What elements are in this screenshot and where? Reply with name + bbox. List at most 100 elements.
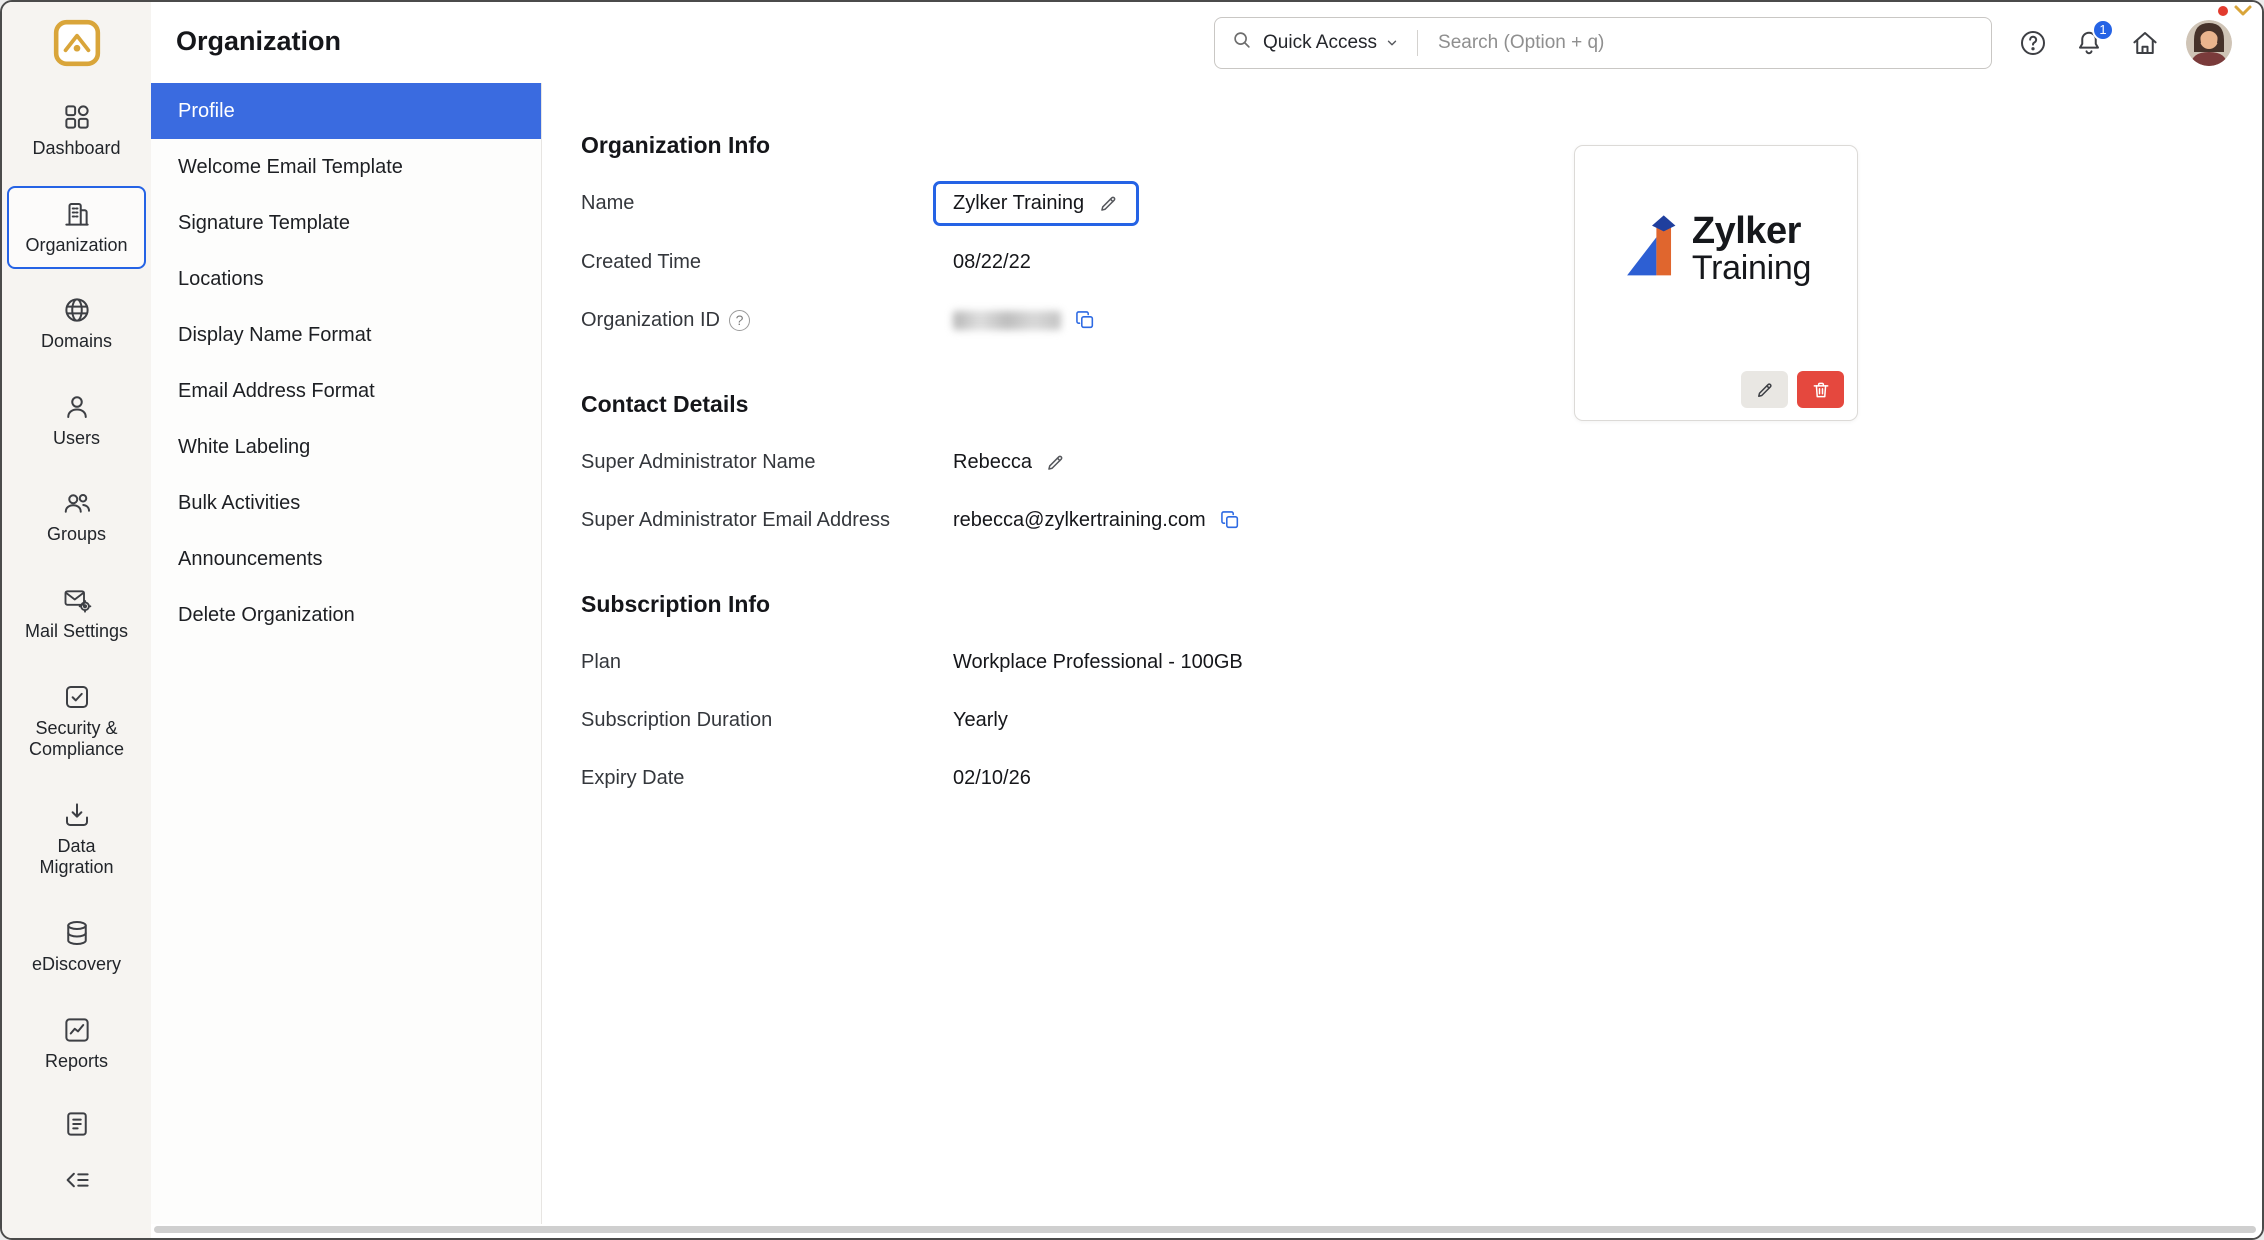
organization-info-section: Organization Info Name Zylker Training C… [581,131,2262,342]
organization-id-row: Organization ID ? [581,298,2262,342]
submenu-item-signature-template[interactable]: Signature Template [151,195,541,251]
copy-email-button[interactable] [1219,509,1241,531]
submenu-item-locations[interactable]: Locations [151,251,541,307]
copy-icon [1074,309,1096,331]
submenu-item-white-labeling[interactable]: White Labeling [151,419,541,475]
subscription-duration-row: Subscription Duration Yearly [581,698,2262,742]
delete-logo-button[interactable] [1797,371,1844,408]
avatar-image [2186,20,2232,66]
subscription-info-section: Subscription Info Plan Workplace Profess… [581,590,2262,800]
submenu-item-email-address-format[interactable]: Email Address Format [151,363,541,419]
sidebar-item-label: Users [53,428,100,450]
submenu-item-profile[interactable]: Profile [151,83,541,139]
submenu-item-announcements[interactable]: Announcements [151,531,541,587]
organization-name-field: Zylker Training [933,181,1139,226]
sidebar-item-ediscovery[interactable]: eDiscovery [7,905,146,989]
sidebar-item-security-compliance[interactable]: Security & Compliance [7,669,146,774]
profile-content: Organization Info Name Zylker Training C… [542,83,2262,1238]
primary-sidebar: Dashboard Organization Domains Users Gro [2,2,151,1238]
sidebar-item-invoice[interactable] [7,1098,146,1150]
organization-icon [62,199,92,229]
user-avatar[interactable] [2186,20,2232,66]
super-admin-email-label: Super Administrator Email Address [581,509,953,532]
corner-status-dot [2218,6,2228,16]
page-title: Organization [176,26,341,57]
pencil-icon [1098,193,1119,214]
collapse-sidebar-button[interactable] [7,1154,146,1206]
edit-super-admin-button[interactable] [1045,452,1066,473]
organization-logo-card: Zylker Training [1574,145,1858,421]
organization-id-help-icon[interactable]: ? [729,310,750,331]
organization-id-value-area [953,309,1096,331]
search-divider [1417,30,1418,56]
trash-icon [1811,380,1831,400]
security-compliance-icon [62,682,92,712]
notification-badge: 1 [2092,19,2114,41]
super-admin-email-value-area: rebecca@zylkertraining.com [953,509,1241,532]
help-button[interactable] [2018,28,2048,58]
sidebar-item-label: Organization [25,235,127,257]
subscription-duration-label: Subscription Duration [581,709,953,732]
domains-icon [62,295,92,325]
pencil-icon [1045,452,1066,473]
section-heading: Contact Details [581,390,2262,418]
sidebar-item-domains[interactable]: Domains [7,282,146,366]
sidebar-item-mail-settings[interactable]: Mail Settings [7,572,146,656]
sidebar-item-label: eDiscovery [32,954,121,976]
sidebar-item-organization[interactable]: Organization [7,186,146,270]
horizontal-scrollbar[interactable] [154,1226,2256,1233]
sidebar-item-label: Mail Settings [25,621,128,643]
organization-submenu: Profile Welcome Email Template Signature… [151,83,542,1224]
sidebar-item-groups[interactable]: Groups [7,475,146,559]
sidebar-item-users[interactable]: Users [7,379,146,463]
collapse-sidebar-icon [62,1165,92,1195]
section-heading: Organization Info [581,131,2262,159]
global-search[interactable]: Quick Access [1214,17,1992,69]
organization-logo: Zylker Training [1575,208,1857,290]
submenu-item-welcome-email-template[interactable]: Welcome Email Template [151,139,541,195]
ediscovery-icon [62,918,92,948]
brand-line2: Training [1692,251,1811,286]
app-logo-icon[interactable] [51,17,103,69]
sidebar-item-label: Reports [45,1051,108,1073]
section-heading: Subscription Info [581,590,2262,618]
super-admin-email-row: Super Administrator Email Address rebecc… [581,498,2262,542]
notifications-button[interactable]: 1 [2074,28,2104,58]
invoice-icon [62,1109,92,1139]
submenu-item-bulk-activities[interactable]: Bulk Activities [151,475,541,531]
super-admin-name-value: Rebecca [953,451,1032,474]
quick-access-dropdown[interactable]: Quick Access [1263,32,1399,54]
subscription-duration-value: Yearly [953,709,1008,732]
collapse-toolbar-icon[interactable] [2232,4,2254,23]
home-button[interactable] [2130,28,2160,58]
created-time-label: Created Time [581,251,953,274]
super-admin-name-label: Super Administrator Name [581,451,953,474]
sidebar-item-reports[interactable]: Reports [7,1002,146,1086]
sidebar-item-label: Data Migration [21,836,133,879]
edit-logo-button[interactable] [1741,371,1788,408]
edit-name-button[interactable] [1098,193,1119,214]
created-time-row: Created Time 08/22/22 [581,240,2262,284]
super-admin-email-value: rebecca@zylkertraining.com [953,509,1206,532]
copy-organization-id-button[interactable] [1074,309,1096,331]
home-icon [2130,28,2160,58]
plan-value: Workplace Professional - 100GB [953,651,1243,674]
sidebar-item-data-migration[interactable]: Data Migration [7,787,146,892]
reports-icon [62,1015,92,1045]
sidebar-item-label: Domains [41,331,112,353]
super-admin-name-value-area: Rebecca [953,451,1066,474]
sidebar-item-dashboard[interactable]: Dashboard [7,89,146,173]
header-actions: Quick Access 1 [1214,2,2232,83]
name-row: Name Zylker Training [581,181,2262,226]
search-input[interactable] [1436,31,1975,55]
copy-icon [1219,509,1241,531]
expiry-date-label: Expiry Date [581,767,953,790]
brand-text: Zylker Training [1692,212,1811,285]
help-icon [2018,28,2048,58]
chevron-down-icon [1385,36,1399,50]
submenu-item-display-name-format[interactable]: Display Name Format [151,307,541,363]
search-icon [1231,29,1253,56]
sidebar-item-label: Groups [47,524,106,546]
submenu-item-delete-organization[interactable]: Delete Organization [151,587,541,643]
sidebar-item-label: Dashboard [32,138,120,160]
